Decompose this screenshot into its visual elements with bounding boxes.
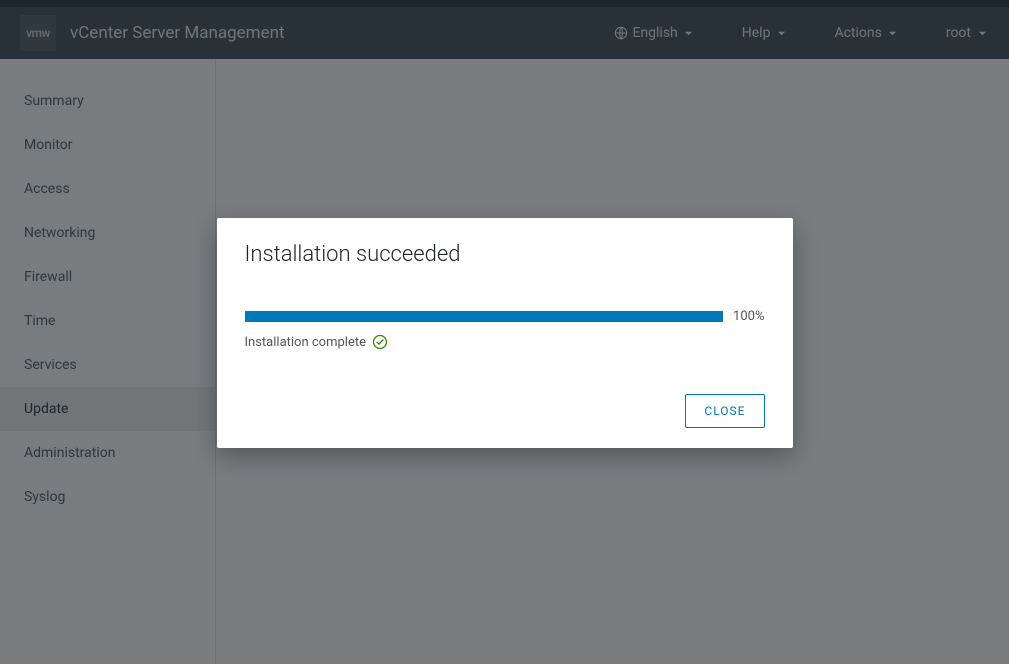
installation-modal: Installation succeeded 100% Installation… (217, 218, 793, 448)
app-window: vmw vCenter Server Management English He… (0, 0, 1009, 664)
status-text: Installation complete (245, 335, 367, 350)
modal-title: Installation succeeded (245, 242, 765, 267)
progress-fill (245, 311, 724, 322)
progress-bar (245, 311, 724, 322)
modal-actions: CLOSE (245, 394, 765, 428)
progress-percentage: 100% (733, 309, 764, 324)
modal-overlay: Installation succeeded 100% Installation… (0, 0, 1009, 664)
progress-row: 100% (245, 309, 765, 324)
check-circle-icon (372, 334, 388, 350)
close-button[interactable]: CLOSE (685, 394, 764, 428)
status-row: Installation complete (245, 334, 765, 350)
